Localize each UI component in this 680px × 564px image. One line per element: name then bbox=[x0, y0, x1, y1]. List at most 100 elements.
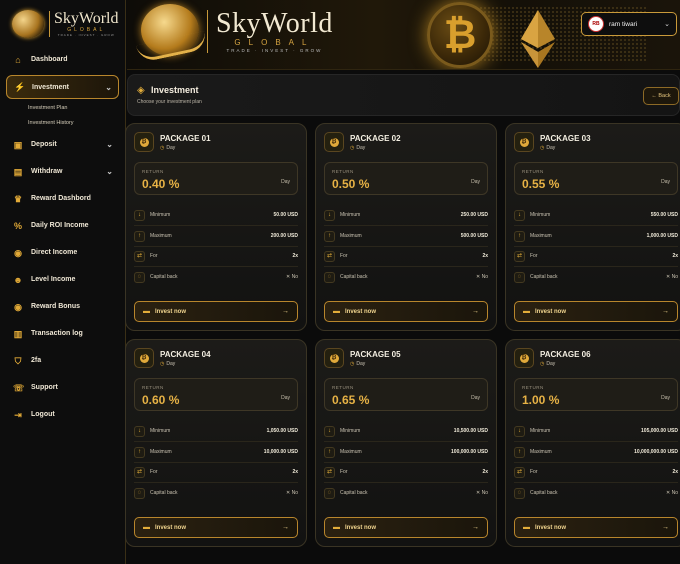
divider bbox=[324, 441, 488, 442]
sidebar-item-label: 2fa bbox=[31, 357, 42, 364]
package-row-maximum: ↑ Maximum 500.00 USD bbox=[324, 229, 488, 243]
invest-now-button[interactable]: ▬ Invest now → bbox=[514, 517, 678, 538]
row-value: 2x bbox=[292, 253, 298, 259]
sidebar-item-withdraw[interactable]: ▤ Withdraw ⌄ bbox=[0, 158, 125, 185]
bitcoin-icon: ₿ bbox=[427, 2, 493, 68]
wallet-icon: ▬ bbox=[333, 524, 340, 531]
divider bbox=[134, 441, 298, 442]
back-button-label: Back bbox=[658, 93, 671, 99]
sidebar-item-label: Support bbox=[31, 384, 58, 391]
sidebar-item-reward-dashboard[interactable]: ♛ Reward Dashbord bbox=[0, 185, 125, 212]
arrow-right-icon: → bbox=[472, 308, 479, 315]
coin-icon: ₿ bbox=[519, 137, 529, 147]
package-header: ₿ PACKAGE 02 ◷ Day bbox=[324, 132, 401, 152]
package-row-minimum: ↓ Minimum 50.00 USD bbox=[134, 208, 298, 222]
package-duration: ◷ Day bbox=[160, 361, 211, 367]
coin-icon: ◌ bbox=[134, 487, 145, 499]
row-value: 10,500.00 USD bbox=[453, 428, 488, 434]
return-box: RETURN 1.00 % Day bbox=[514, 378, 678, 411]
return-label: RETURN bbox=[142, 169, 164, 174]
coin-icon: ₿ bbox=[139, 137, 149, 147]
row-label: For bbox=[150, 253, 158, 259]
divider bbox=[514, 246, 678, 247]
row-label: Minimum bbox=[150, 212, 171, 218]
divider bbox=[134, 266, 298, 267]
package-row-minimum: ↓ Minimum 550.00 USD bbox=[514, 208, 678, 222]
package-name: PACKAGE 01 bbox=[160, 134, 211, 143]
repeat-icon: ⇄ bbox=[134, 250, 145, 262]
sidebar-item-support[interactable]: ☏ Support bbox=[0, 374, 125, 401]
package-row-maximum: ↑ Maximum 200.00 USD bbox=[134, 229, 298, 243]
package-icon: ₿ bbox=[324, 348, 344, 368]
row-label: Capital back bbox=[150, 490, 178, 496]
repeat-icon: ⇄ bbox=[324, 466, 335, 478]
package-icon: ₿ bbox=[134, 132, 154, 152]
invest-now-button[interactable]: ▬ Invest now → bbox=[134, 301, 298, 322]
sidebar-item-transaction-log[interactable]: ▥ Transaction log bbox=[0, 320, 125, 347]
header-brand-tagline: TRADE · INVEST · GROW bbox=[226, 48, 323, 53]
package-row-minimum: ↓ Minimum 10,500.00 USD bbox=[324, 424, 488, 438]
investment-submenu: Investment Plan Investment History bbox=[0, 101, 125, 131]
sidebar-item-2fa[interactable]: ⛉ 2fa bbox=[0, 347, 125, 374]
row-label: Capital back bbox=[340, 274, 368, 280]
bolt-icon: ⚡ bbox=[14, 82, 26, 92]
invest-now-button[interactable]: ▬ Invest now → bbox=[514, 301, 678, 322]
row-value: 105,000.00 USD bbox=[641, 428, 678, 434]
package-card: ₿ PACKAGE 01 ◷ Day RETURN 0.40 % Day ↓ Minimum 50… bbox=[125, 123, 307, 331]
package-row-for: ⇄ For 2x bbox=[324, 249, 488, 263]
trophy-icon: ♛ bbox=[13, 193, 23, 204]
divider bbox=[134, 246, 298, 247]
row-value: 2x bbox=[672, 253, 678, 259]
sidebar-item-direct-income[interactable]: ◉ Direct Income bbox=[0, 239, 125, 266]
invest-now-button[interactable]: ▬ Invest now → bbox=[324, 301, 488, 322]
sidebar-item-deposit[interactable]: ▣ Deposit ⌄ bbox=[0, 131, 125, 158]
arrow-down-icon: ↓ bbox=[324, 425, 335, 437]
sidebar-subitem-investment-plan[interactable]: Investment Plan bbox=[28, 101, 125, 116]
repeat-icon: ⇄ bbox=[514, 466, 525, 478]
sidebar-item-level-income[interactable]: ☻ Level Income bbox=[0, 266, 125, 293]
wallet-icon: ▬ bbox=[523, 308, 530, 315]
row-label: Minimum bbox=[340, 212, 361, 218]
invest-now-button[interactable]: ▬ Invest now → bbox=[134, 517, 298, 538]
sidebar-item-daily-roi-income[interactable]: % Daily ROI Income bbox=[0, 212, 125, 239]
row-value: ✕ No bbox=[286, 490, 298, 496]
sidebar-item-logout[interactable]: ⇥ Logout bbox=[0, 401, 125, 428]
sidebar-item-label: Withdraw bbox=[31, 168, 63, 175]
sidebar-item-label: Reward Bonus bbox=[31, 303, 81, 310]
invest-now-button[interactable]: ▬ Invest now → bbox=[324, 517, 488, 538]
sidebar-subitem-investment-history[interactable]: Investment History bbox=[28, 116, 125, 131]
hand-coin-icon: ◉ bbox=[14, 247, 22, 258]
package-icon: ₿ bbox=[324, 132, 344, 152]
sidebar-item-investment[interactable]: ⚡ Investment ⌄ bbox=[6, 75, 119, 99]
package-row-minimum: ↓ Minimum 1,050.00 USD bbox=[134, 424, 298, 438]
invest-now-label: Invest now bbox=[345, 308, 377, 315]
package-name: PACKAGE 03 bbox=[540, 134, 591, 143]
sidebar-item-label: Daily ROI Income bbox=[31, 222, 89, 229]
logo-tagline: TRADE · INVEST · GROW bbox=[57, 33, 115, 37]
package-card: ₿ PACKAGE 02 ◷ Day RETURN 0.50 % Day ↓ Minimum 25… bbox=[315, 123, 497, 331]
sidebar-item-reward-bonus[interactable]: ◉ Reward Bonus bbox=[0, 293, 125, 320]
divider bbox=[514, 441, 678, 442]
arrow-left-icon: ← bbox=[651, 93, 657, 99]
package-card: ₿ PACKAGE 03 ◷ Day RETURN 0.55 % Day ↓ Minimum 55… bbox=[505, 123, 680, 331]
back-button[interactable]: ← Back bbox=[643, 87, 679, 105]
header-brand-subtitle: GLOBAL bbox=[234, 38, 315, 47]
return-value: 0.65 % bbox=[332, 393, 370, 407]
row-value: 2x bbox=[482, 469, 488, 475]
main-content: ◈ Investment Choose your investment plan… bbox=[125, 71, 680, 564]
sidebar-item-label: Direct Income bbox=[31, 249, 78, 256]
invest-now-label: Invest now bbox=[535, 524, 567, 531]
document-icon: ▥ bbox=[13, 328, 23, 339]
package-duration: ◷ Day bbox=[160, 145, 211, 151]
header-brand: SkyWorld GLOBAL TRADE · INVEST · GROW bbox=[207, 10, 333, 53]
row-label: Capital back bbox=[530, 274, 558, 280]
coin-icon: ₿ bbox=[329, 137, 339, 147]
divider bbox=[134, 462, 298, 463]
sidebar-item-label: Level Income bbox=[31, 276, 76, 283]
package-duration: ◷ Day bbox=[350, 361, 401, 367]
logo-title: SkyWorld bbox=[54, 10, 119, 27]
sidebar-item-dashboard[interactable]: ⌂ Dashboard bbox=[0, 46, 125, 73]
sidebar-logo[interactable]: SkyWorld GLOBAL TRADE · INVEST · GROW bbox=[0, 0, 125, 38]
user-menu[interactable]: RB ram tiwari ⌄ bbox=[581, 12, 677, 36]
ethereum-icon bbox=[521, 10, 555, 68]
